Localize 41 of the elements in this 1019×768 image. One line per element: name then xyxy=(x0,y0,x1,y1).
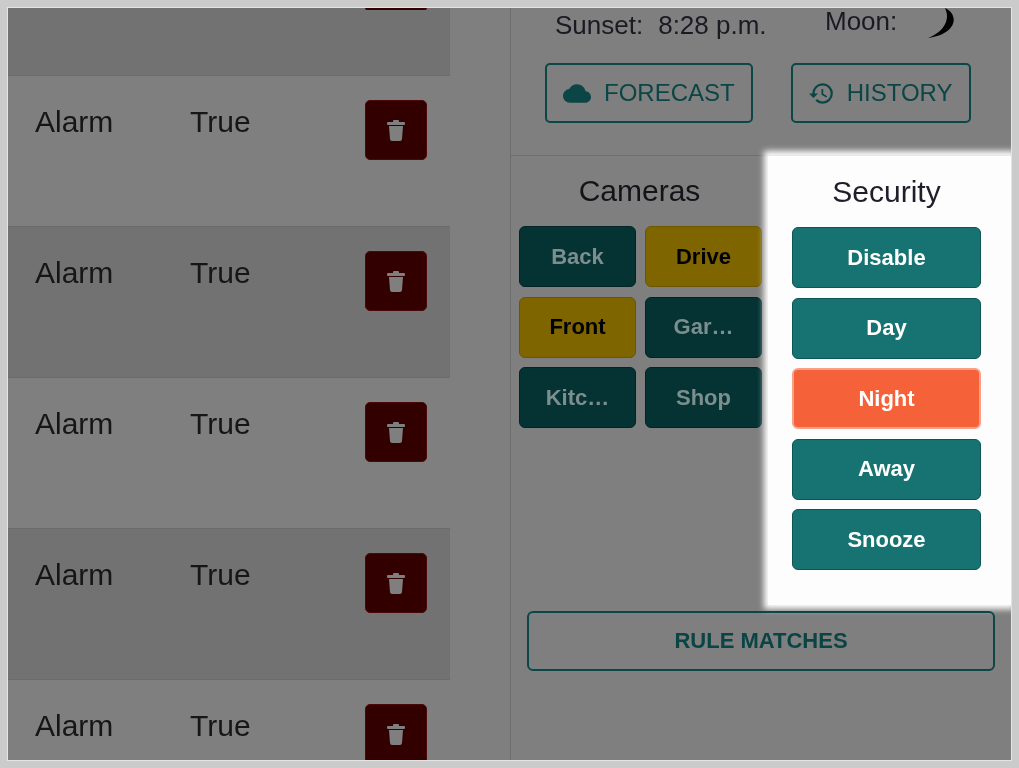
rule-name: Alarm xyxy=(35,558,115,592)
camera-button[interactable]: Front xyxy=(519,296,636,358)
rule-value: True xyxy=(190,407,252,441)
rule-name: Alarm xyxy=(35,709,115,743)
rule-name: Alarm xyxy=(35,105,115,139)
sunset-label: Sunset: xyxy=(555,10,644,40)
camera-button[interactable]: Back xyxy=(519,226,636,287)
trash-icon xyxy=(387,270,405,292)
security-mode-button[interactable]: Night xyxy=(792,368,981,429)
security-mode-button[interactable]: Disable xyxy=(792,227,981,288)
security-mode-button[interactable]: Away xyxy=(792,438,981,500)
security-title: Security xyxy=(831,174,942,210)
delete-button[interactable] xyxy=(365,704,427,760)
rule-matches-button[interactable]: RULE MATCHES xyxy=(527,611,995,671)
camera-button[interactable]: Shop xyxy=(645,367,762,428)
rule-value: True xyxy=(190,105,252,139)
forecast-button[interactable]: FORECAST xyxy=(545,63,753,123)
camera-button[interactable]: Gar… xyxy=(645,296,762,358)
rule-name: Alarm xyxy=(35,407,115,441)
trash-icon xyxy=(387,421,405,443)
security-mode-button[interactable]: Snooze xyxy=(792,509,981,570)
history-button[interactable]: HISTORY xyxy=(790,63,971,123)
trash-icon xyxy=(387,723,405,745)
sunset-time: 8:28 p.m. xyxy=(658,10,767,40)
delete-button[interactable] xyxy=(365,251,427,311)
trash-icon xyxy=(387,572,405,594)
delete-button[interactable] xyxy=(365,100,427,160)
trash-icon xyxy=(387,119,405,141)
history-icon xyxy=(808,82,834,104)
rule-name: Alarm xyxy=(35,256,115,290)
camera-button[interactable]: Kitc… xyxy=(519,367,636,428)
rule-value: True xyxy=(190,709,252,743)
cameras-title: Cameras xyxy=(577,173,702,209)
camera-button[interactable]: Drive xyxy=(645,226,762,287)
delete-button[interactable] xyxy=(365,553,427,613)
rule-value: True xyxy=(190,256,252,290)
moon-label: Moon: xyxy=(825,8,898,34)
security-mode-button[interactable]: Day xyxy=(792,297,981,359)
cloud-icon xyxy=(563,83,591,103)
delete-button[interactable] xyxy=(365,402,427,462)
rule-value: True xyxy=(190,558,252,592)
